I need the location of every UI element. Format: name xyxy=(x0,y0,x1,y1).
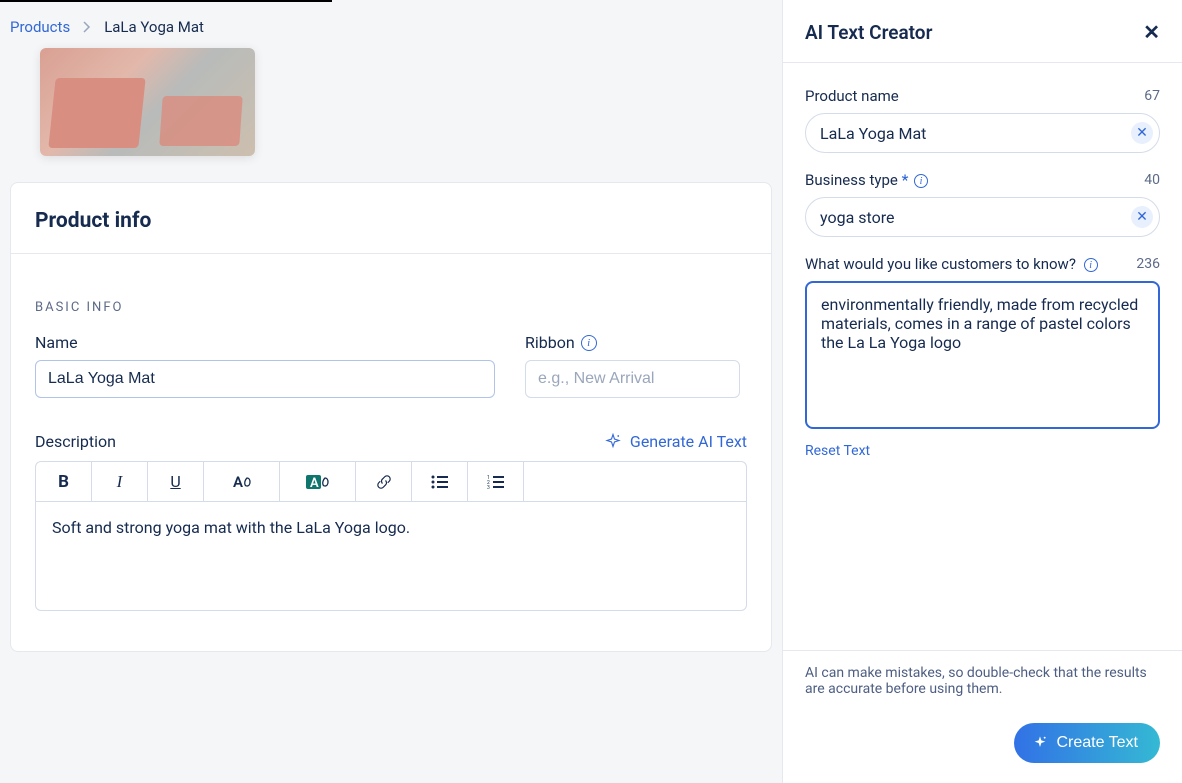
chevron-right-icon xyxy=(82,21,92,33)
info-icon[interactable]: i xyxy=(914,174,928,188)
svg-text:3: 3 xyxy=(487,485,490,490)
bold-button[interactable]: B xyxy=(36,462,92,501)
product-name-input[interactable] xyxy=(35,360,495,398)
product-image-thumbnail[interactable] xyxy=(40,48,255,156)
close-icon[interactable]: ✕ xyxy=(1143,20,1160,44)
ribbon-input[interactable] xyxy=(525,360,740,398)
basic-info-section-label: BASIC INFO xyxy=(35,264,747,333)
panel-title: AI Text Creator xyxy=(805,21,932,44)
italic-button[interactable]: I xyxy=(92,462,148,501)
main-column: Products LaLa Yoga Mat Product info BASI… xyxy=(0,0,782,783)
business-type-field[interactable]: yoga store ✕ xyxy=(805,197,1160,237)
product-name-label: Product name xyxy=(805,87,899,105)
breadcrumb: Products LaLa Yoga Mat xyxy=(0,0,782,48)
svg-text:A: A xyxy=(233,473,243,491)
underline-button[interactable]: U xyxy=(148,462,204,501)
breadcrumb-current: LaLa Yoga Mat xyxy=(104,18,204,36)
business-type-count: 40 xyxy=(1144,172,1160,188)
clear-icon[interactable]: ✕ xyxy=(1131,122,1153,144)
customers-know-count: 236 xyxy=(1136,256,1160,272)
info-icon[interactable]: i xyxy=(1084,258,1098,272)
clear-icon[interactable]: ✕ xyxy=(1131,206,1153,228)
link-button[interactable] xyxy=(356,462,412,501)
bullet-list-button[interactable] xyxy=(412,462,468,501)
sparkle-icon xyxy=(1032,735,1048,751)
editor-toolbar: B I U A A 123 xyxy=(35,461,747,501)
product-name-count: 67 xyxy=(1144,88,1160,104)
info-icon[interactable]: i xyxy=(581,335,597,351)
reset-text-link[interactable]: Reset Text xyxy=(805,443,870,459)
text-color-button[interactable]: A xyxy=(204,462,280,501)
breadcrumb-products-link[interactable]: Products xyxy=(10,18,70,36)
ai-disclaimer: AI can make mistakes, so double-check th… xyxy=(783,650,1182,713)
ribbon-label: Ribbon i xyxy=(525,333,740,352)
customers-know-textarea[interactable] xyxy=(805,281,1160,429)
product-info-card: Product info BASIC INFO Name Ribbon i De… xyxy=(10,182,772,652)
svg-text:A: A xyxy=(310,476,319,491)
numbered-list-button[interactable]: 123 xyxy=(468,462,524,501)
ai-text-creator-panel: AI Text Creator ✕ Product name 67 LaLa Y… xyxy=(782,0,1182,783)
product-info-title: Product info xyxy=(11,183,771,254)
product-name-field[interactable]: LaLa Yoga Mat ✕ xyxy=(805,113,1160,153)
create-text-button[interactable]: Create Text xyxy=(1014,723,1160,763)
sparkle-icon xyxy=(604,433,622,451)
name-label: Name xyxy=(35,333,495,352)
generate-ai-text-button[interactable]: Generate AI Text xyxy=(604,432,747,451)
customers-know-label: What would you like customers to know? i xyxy=(805,255,1098,273)
description-editor[interactable]: Soft and strong yoga mat with the LaLa Y… xyxy=(35,501,747,611)
toolbar-spacer xyxy=(524,462,746,501)
description-label: Description xyxy=(35,432,116,451)
business-type-label: Business type * i xyxy=(805,171,928,189)
highlight-button[interactable]: A xyxy=(280,462,356,501)
